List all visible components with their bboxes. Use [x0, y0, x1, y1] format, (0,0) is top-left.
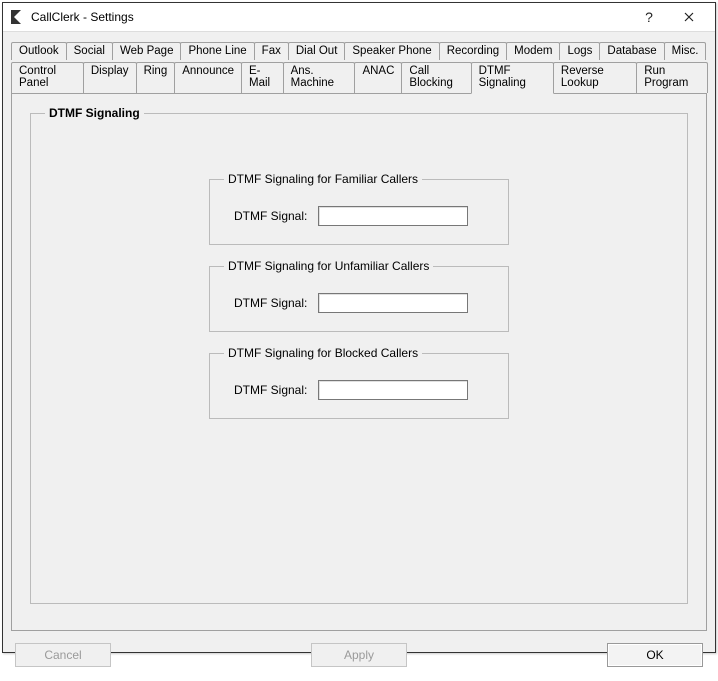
tab-reverse-lookup[interactable]: Reverse Lookup: [553, 62, 637, 93]
field-row: DTMF Signal:: [234, 206, 494, 226]
tab-row-2: Control Panel Display Ring Announce E-Ma…: [11, 60, 707, 93]
dtmf-input-blocked[interactable]: [318, 380, 468, 400]
group-blocked-callers-title: DTMF Signaling for Blocked Callers: [224, 346, 422, 360]
group-familiar-callers-title: DTMF Signaling for Familiar Callers: [224, 172, 422, 186]
tab-announce[interactable]: Announce: [174, 62, 242, 93]
tab-misc[interactable]: Misc.: [664, 42, 707, 60]
tab-display[interactable]: Display: [83, 62, 137, 93]
content-area: Outlook Social Web Page Phone Line Fax D…: [3, 32, 715, 635]
tab-fax[interactable]: Fax: [254, 42, 289, 60]
group-dtmf-signaling: DTMF Signaling DTMF Signaling for Famili…: [30, 106, 688, 604]
dtmf-input-familiar[interactable]: [318, 206, 468, 226]
tab-strip: Outlook Social Web Page Phone Line Fax D…: [11, 40, 707, 93]
dtmf-label-blocked: DTMF Signal:: [234, 383, 318, 397]
dtmf-input-unfamiliar[interactable]: [318, 293, 468, 313]
tab-anac[interactable]: ANAC: [354, 62, 402, 93]
tab-outlook[interactable]: Outlook: [11, 42, 67, 60]
tab-email[interactable]: E-Mail: [241, 62, 284, 93]
tab-call-blocking[interactable]: Call Blocking: [401, 62, 471, 93]
close-button[interactable]: [669, 3, 709, 31]
tab-recording[interactable]: Recording: [439, 42, 507, 60]
tab-phone-line[interactable]: Phone Line: [180, 42, 254, 60]
tab-panel: DTMF Signaling DTMF Signaling for Famili…: [11, 93, 707, 631]
group-dtmf-signaling-title: DTMF Signaling: [45, 106, 144, 120]
button-bar: Cancel Apply OK: [3, 635, 715, 681]
field-row: DTMF Signal:: [234, 380, 494, 400]
group-blocked-callers: DTMF Signaling for Blocked Callers DTMF …: [209, 346, 509, 419]
tab-modem[interactable]: Modem: [506, 42, 560, 60]
help-button[interactable]: ?: [629, 3, 669, 31]
titlebar: CallClerk - Settings ?: [3, 3, 715, 32]
tab-social[interactable]: Social: [66, 42, 113, 60]
window-title: CallClerk - Settings: [31, 10, 629, 24]
tab-ans-machine[interactable]: Ans. Machine: [283, 62, 356, 93]
ok-button[interactable]: OK: [607, 643, 703, 667]
settings-window: CallClerk - Settings ? Outlook Social We…: [2, 2, 716, 653]
group-familiar-callers: DTMF Signaling for Familiar Callers DTMF…: [209, 172, 509, 245]
inner-area: DTMF Signaling for Familiar Callers DTMF…: [209, 172, 509, 419]
tab-database[interactable]: Database: [599, 42, 664, 60]
tab-ring[interactable]: Ring: [136, 62, 176, 93]
tab-run-program[interactable]: Run Program: [636, 62, 708, 93]
apply-button[interactable]: Apply: [311, 643, 407, 667]
tab-row-1: Outlook Social Web Page Phone Line Fax D…: [11, 40, 705, 60]
tab-dtmf-signaling[interactable]: DTMF Signaling: [471, 62, 554, 94]
field-row: DTMF Signal:: [234, 293, 494, 313]
tab-dial-out[interactable]: Dial Out: [288, 42, 346, 60]
cancel-button[interactable]: Cancel: [15, 643, 111, 667]
dtmf-label-familiar: DTMF Signal:: [234, 209, 318, 223]
dtmf-label-unfamiliar: DTMF Signal:: [234, 296, 318, 310]
tab-logs[interactable]: Logs: [559, 42, 600, 60]
tab-web-page[interactable]: Web Page: [112, 42, 182, 60]
app-icon: [9, 9, 25, 25]
group-unfamiliar-callers: DTMF Signaling for Unfamiliar Callers DT…: [209, 259, 509, 332]
tab-control-panel[interactable]: Control Panel: [11, 62, 84, 93]
tab-speaker-phone[interactable]: Speaker Phone: [344, 42, 439, 60]
group-unfamiliar-callers-title: DTMF Signaling for Unfamiliar Callers: [224, 259, 433, 273]
